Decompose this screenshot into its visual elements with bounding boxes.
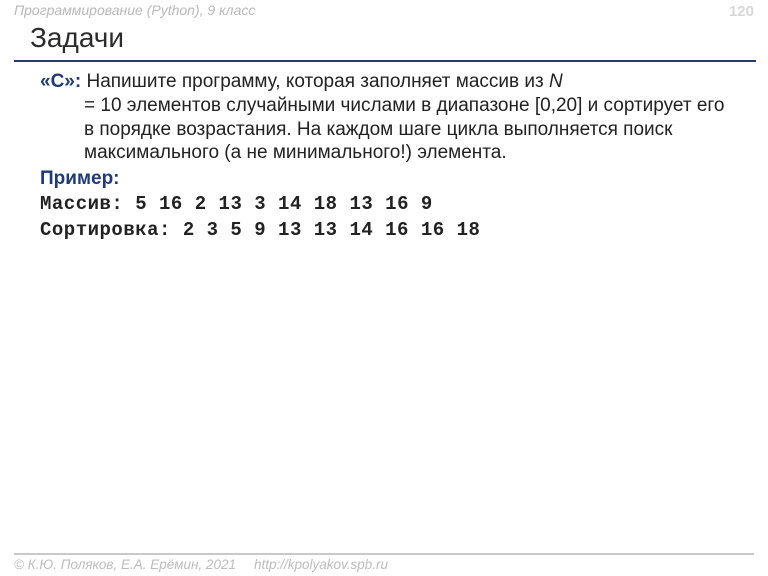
title-row: Задачи — [0, 22, 768, 58]
page-number: 120 — [729, 3, 754, 20]
footer-rule — [14, 553, 754, 555]
sort-values: 2 3 5 9 13 13 14 16 16 18 — [171, 219, 480, 241]
slide-footer: © К.Ю. Поляков, Е.А. Ерёмин, 2021 http://… — [0, 553, 768, 576]
array-values: 5 16 2 13 3 14 18 13 16 9 — [123, 193, 432, 215]
page-title: Задачи — [30, 22, 768, 54]
footer-copyright: © К.Ю. Поляков, Е.А. Ерёмин, 2021 — [14, 557, 236, 572]
example-label: Пример: — [40, 167, 738, 191]
task-label: «С»: — [40, 71, 81, 92]
slide-header: Программирование (Python), 9 класс 120 — [0, 0, 768, 22]
example-array: Массив: 5 16 2 13 3 14 18 13 16 9 — [40, 193, 738, 217]
content: «С»: Напишите программу, которая заполня… — [0, 62, 768, 242]
task-block: «С»: Напишите программу, которая заполня… — [40, 70, 738, 165]
example-label-text: Пример: — [40, 168, 120, 189]
task-variable-n: N — [549, 71, 563, 92]
example-sorted: Сортировка: 2 3 5 9 13 13 14 16 16 18 — [40, 219, 738, 243]
footer-url: http://kpolyakov.spb.ru — [254, 557, 388, 572]
array-label: Массив: — [40, 193, 123, 215]
course-title: Программирование (Python), 9 класс — [14, 2, 255, 18]
slide: Программирование (Python), 9 класс 120 З… — [0, 0, 768, 576]
footer-text: © К.Ю. Поляков, Е.А. Ерёмин, 2021 http://… — [14, 557, 754, 572]
sort-label: Сортировка: — [40, 219, 171, 241]
task-text-start: Напишите программу, которая заполняет ма… — [86, 71, 549, 92]
task-text-body: = 10 элементов случайными числами в диап… — [84, 94, 738, 165]
